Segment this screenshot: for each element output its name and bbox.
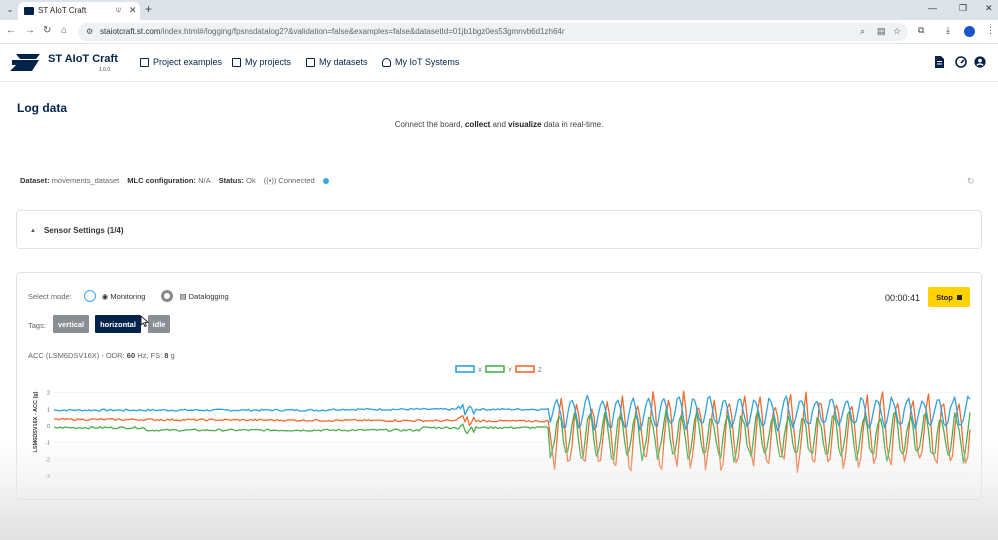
home-icon[interactable]: ⌂ [61,25,67,36]
database-icon: ▤ [179,291,187,301]
nav-project-examples[interactable]: Project examples [140,57,222,67]
profile-avatar[interactable] [964,26,975,37]
sensor-chart-label: ACC (LSM6DSV16X) - ODR: 60 Hz, FS: 8 g [28,351,175,360]
tag-horizontal[interactable]: horizontal [95,315,141,333]
browser-toolbar: ← → ↻ ⌂ ⚙ staiotcraft.st.com/index.html#… [0,20,998,44]
datasets-icon [306,57,315,67]
address-bar[interactable]: ⚙ staiotcraft.st.com/index.html#/logging… [78,23,908,41]
connection-status: ((•)) Connected [263,176,315,185]
stop-icon [956,294,962,300]
datalogging-option[interactable]: ▤ Datalogging [179,292,228,301]
sensor-settings-panel[interactable] [16,210,982,249]
signal-icon: ((•)) [263,176,277,185]
close-tab-icon[interactable]: ✕ [129,5,137,16]
y-tick-label: -2 [45,457,50,463]
y-tick-label: 1 [47,407,50,413]
app-version: 1.0.0 [99,67,111,73]
y-tick-label: -3 [45,474,50,480]
y-tick-label: 2 [47,391,50,397]
tab-search-icon[interactable]: ⌄ [4,4,16,16]
y-tick-label: -1 [45,441,50,447]
y-tick-label: 0 [47,424,50,430]
tag-idle[interactable]: idle [148,315,170,333]
monitoring-option[interactable]: ◉ Monitoring [102,292,146,301]
minimize-icon[interactable]: — [928,3,937,13]
page-title: Log data [17,101,67,115]
page-icon[interactable]: ▤ [877,26,886,37]
tab-title: ST AIoT Craft [38,6,87,15]
legend-label-y[interactable]: Y [508,368,512,374]
tags-label: Tags: [28,321,46,330]
nav-my-iot-systems[interactable]: My IoT Systems [382,57,459,67]
mode-selector: Select mode: ◉ Monitoring ▤ Datalogging [28,290,229,302]
sensor-settings-header[interactable]: ▲ Sensor Settings (1/4) [30,226,124,235]
pin-icon[interactable]: ⍦ [116,5,121,15]
dashboard-gauge-icon[interactable] [955,56,967,68]
restore-icon[interactable]: ❐ [959,3,967,14]
mouse-cursor-icon [141,316,149,327]
legend-label-x[interactable]: X [478,368,482,374]
nav-my-projects[interactable]: My projects [232,57,291,67]
series-line-z [53,390,971,474]
page-subtitle: Connect the board, collect and visualize… [394,120,604,129]
browser-tab[interactable]: ST AIoT Craft ⍦ ✕ [18,2,140,20]
examples-icon [140,57,149,67]
projects-icon [232,57,241,67]
st-logo-icon[interactable] [10,54,40,71]
download-icon[interactable]: ⤓ [946,25,950,36]
chart-lines [53,390,971,474]
app-header: ST AIoT Craft 1.0.0 Project examples My … [0,44,998,82]
browser-menu-icon[interactable]: ⋮ [986,25,995,36]
forward-icon[interactable]: → [25,25,35,36]
y-axis-label: LSM6DSV16X - ACC (g) [33,391,39,452]
zoom-icon[interactable]: ⌕ [860,26,865,37]
close-window-icon[interactable]: ✕ [985,3,993,14]
connection-dot [322,177,329,184]
eye-icon: ◉ [101,291,109,301]
url-text[interactable]: staiotcraft.st.com/index.html#/logging/f… [100,27,565,36]
refresh-icon[interactable]: ↻ [967,176,975,187]
legend-label-z[interactable]: Z [538,368,542,374]
legend-swatch-z[interactable] [515,365,535,373]
browser-tab-bar: ⌄ ST AIoT Craft ⍦ ✕ + — ❐ ✕ [0,0,998,20]
dataset-info-bar: Dataset: movements_dataset MLC configura… [20,176,329,185]
site-info-icon[interactable]: ⚙ [86,27,93,36]
chart-legend: X Y Z [455,365,542,374]
st-favicon-icon [24,7,34,15]
status-info: Status: Ok [218,176,256,185]
stop-button[interactable]: Stop [928,287,970,307]
extensions-icon[interactable]: ⧉ [918,25,924,36]
logging-timer: 00:00:41 [885,293,921,303]
bookmark-star-icon[interactable]: ☆ [893,26,901,37]
dataset-info: Dataset: movements_dataset [20,176,120,185]
brand-name[interactable]: ST AIoT Craft [48,53,118,65]
account-icon[interactable] [974,56,986,68]
nav-my-datasets[interactable]: My datasets [306,57,368,67]
new-tab-button[interactable]: + [145,2,152,16]
legend-swatch-x[interactable] [455,365,475,373]
y-axis-ticks: 2 1 0 -1 -2 -3 [45,391,50,480]
datalogging-radio[interactable] [161,290,174,302]
acc-line-chart: X Y Z LSM6DSV16X - ACC (g) 2 1 0 -1 -2 -3 [33,365,971,480]
document-icon[interactable] [933,56,945,68]
mlc-info: MLC configuration: N/A [127,176,211,185]
back-icon[interactable]: ← [6,25,16,36]
reload-icon[interactable]: ↻ [43,25,51,36]
monitoring-radio[interactable] [83,290,96,302]
cloud-icon [382,57,391,67]
legend-swatch-y[interactable] [485,365,505,373]
chevron-up-icon: ▲ [30,227,36,234]
tag-vertical[interactable]: vertical [53,315,89,333]
